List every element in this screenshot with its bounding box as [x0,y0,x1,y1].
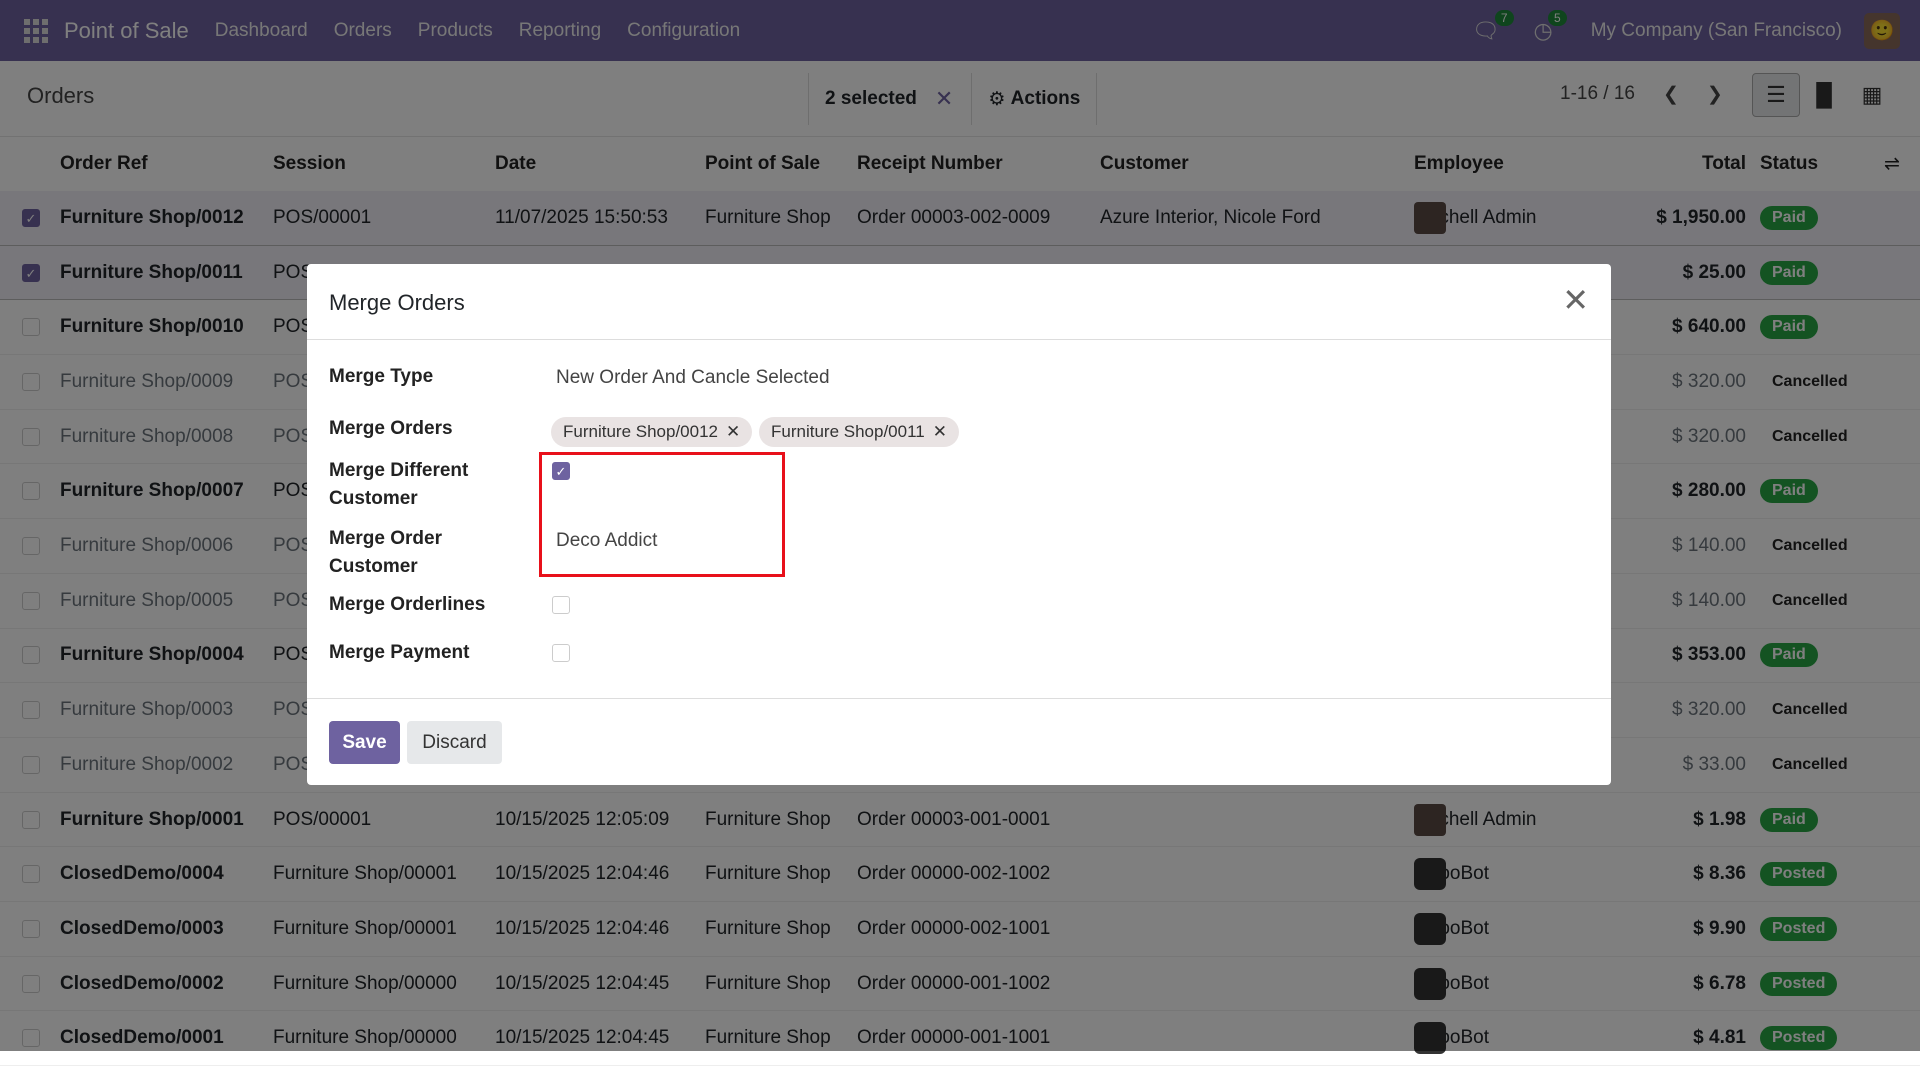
save-button[interactable]: Save [329,721,400,764]
merge-order-tag: Furniture Shop/0011✕ [759,417,959,447]
merge-payment-label: Merge Payment [329,639,469,667]
close-icon[interactable]: ✕ [1562,284,1589,316]
dialog-title: Merge Orders [329,290,465,316]
remove-tag-icon[interactable]: ✕ [933,422,947,442]
dialog-footer-divider [307,698,1611,699]
highlight-box [539,452,785,577]
merge-different-customer-label: Merge DifferentCustomer [329,457,468,513]
discard-button[interactable]: Discard [407,721,502,764]
merge-orderlines-label: Merge Orderlines [329,591,485,619]
merge-orders-dialog: Merge Orders ✕ Merge Type New Order And … [307,264,1611,785]
merge-type-label: Merge Type [329,363,433,391]
remove-tag-icon[interactable]: ✕ [726,422,740,442]
merge-payment-checkbox[interactable] [552,644,570,662]
merge-type-value[interactable]: New Order And Cancle Selected [556,367,830,389]
merge-orders-label: Merge Orders [329,415,453,443]
merge-order-customer-label: Merge OrderCustomer [329,525,442,581]
merge-orderlines-checkbox[interactable] [552,596,570,614]
merge-order-tag: Furniture Shop/0012✕ [551,417,752,447]
